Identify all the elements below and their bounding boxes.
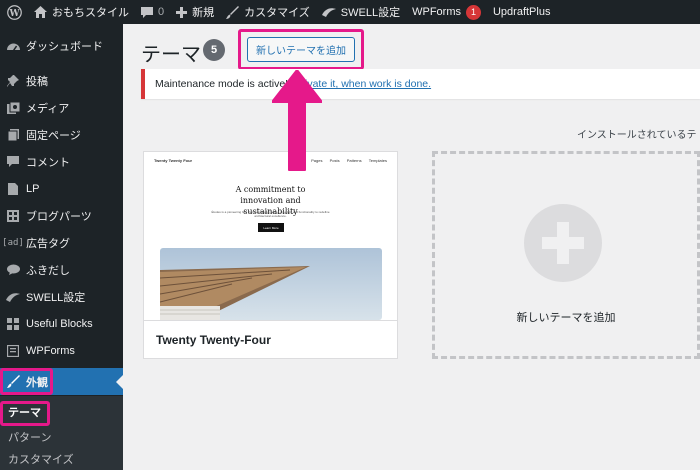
highlight-themes (0, 401, 50, 426)
swell-settings-item[interactable]: SWELL設定 (316, 0, 406, 24)
page-icon (0, 128, 26, 141)
sidebar-item-ad-tags[interactable]: [ad] 広告タグ (0, 229, 123, 256)
screenshot-nav-link: Posts (329, 158, 340, 163)
admin-bar: W おもちスタイル 0 新規 カスタマイズ SWELL設定 WPForms 1 (0, 0, 700, 24)
document-icon (0, 182, 26, 195)
theme-screenshot: Twenty Twenty Four Pages Pages Posts Pat… (144, 152, 397, 320)
sidebar-item-wpforms[interactable]: WPForms (0, 337, 123, 364)
wordpress-icon: W (7, 4, 22, 20)
sidebar-item-label: SWELL設定 (26, 291, 86, 304)
comments-item[interactable]: 0 (135, 0, 170, 24)
new-content-item[interactable]: 新規 (170, 0, 220, 24)
sidebar-item-label: コメント (26, 156, 70, 169)
sidebar-item-label: ダッシュボード (26, 40, 103, 53)
wp-logo-item[interactable]: W (0, 0, 28, 24)
current-menu-arrow (116, 375, 123, 389)
customize-label: カスタマイズ (244, 7, 310, 19)
submenu-item-patterns[interactable]: パターン (8, 429, 51, 445)
screenshot-nav-link: Patterns (346, 158, 362, 163)
sidebar-item-label: WPForms (26, 344, 75, 357)
screenshot-architecture-image (160, 248, 382, 320)
site-name: おもちスタイル (52, 7, 129, 19)
comments-count: 0 (158, 6, 165, 18)
forms-icon (0, 344, 26, 357)
plus-icon (524, 204, 602, 282)
swell-icon (0, 292, 26, 302)
wpforms-label: WPForms (412, 6, 461, 18)
sidebar-item-blog-parts[interactable]: ブログパーツ (0, 202, 123, 229)
submenu-item-customize[interactable]: カスタマイズ (8, 451, 74, 467)
sidebar-item-comments[interactable]: コメント (0, 148, 123, 175)
plus-icon (176, 6, 188, 18)
new-label: 新規 (192, 7, 215, 19)
page-title: テーマ (141, 44, 201, 66)
media-icon (0, 101, 26, 114)
blocks-icon (0, 317, 26, 330)
highlight-appearance (0, 368, 53, 395)
brush-icon (226, 5, 240, 19)
installed-themes-label: インストールされているテ (577, 130, 697, 141)
comment-icon (141, 6, 153, 18)
wpforms-item[interactable]: WPForms 1 (406, 0, 487, 24)
sidebar-item-label: 固定ページ (26, 129, 81, 142)
theme-count-badge: 5 (203, 39, 225, 61)
sidebar-item-label: ふきだし (26, 264, 70, 277)
sidebar-item-pages[interactable]: 固定ページ (0, 121, 123, 148)
sidebar-item-label: メディア (26, 102, 70, 115)
sidebar-item-label: 広告タグ (26, 237, 70, 250)
notice-text: Maintenance mode is active! (155, 78, 289, 90)
pointer-arrow-icon (272, 70, 322, 171)
swell-icon (321, 7, 336, 17)
screenshot-nav: Twenty Twenty Four Pages Pages Posts Pat… (154, 158, 387, 163)
sidebar-item-label: LP (26, 182, 40, 195)
svg-text:W: W (8, 8, 20, 18)
updraftplus-label: UpdraftPlus (492, 6, 551, 18)
sidebar-item-speech-bubbles[interactable]: ふきだし (0, 256, 123, 283)
screenshot-site-title: Twenty Twenty Four (154, 158, 193, 163)
site-name-item[interactable]: おもちスタイル (28, 0, 135, 24)
theme-card[interactable]: Twenty Twenty Four Pages Pages Posts Pat… (143, 151, 398, 359)
sidebar-item-swell-settings[interactable]: SWELL設定 (0, 283, 123, 310)
add-new-theme-button[interactable]: 新しいテーマを追加 (247, 37, 355, 62)
speech-bubble-icon (0, 264, 26, 275)
theme-name: Twenty Twenty-Four (144, 320, 397, 358)
comment-icon (0, 156, 26, 167)
sidebar-item-useful-blocks[interactable]: Useful Blocks (0, 310, 123, 337)
add-new-theme-label: 新しいテーマを追加 (516, 311, 616, 324)
sidebar-item-label: Useful Blocks (26, 317, 93, 330)
sidebar-item-lp[interactable]: LP (0, 175, 123, 202)
home-icon (34, 6, 47, 18)
screenshot-nav-link: Templates (368, 158, 387, 163)
notification-badge: 1 (465, 4, 481, 20)
sidebar-item-media[interactable]: メディア (0, 94, 123, 121)
sidebar-item-label: ブログパーツ (26, 210, 92, 223)
grid-icon (0, 209, 26, 222)
customize-item[interactable]: カスタマイズ (220, 0, 316, 24)
add-new-theme-card[interactable]: 新しいテーマを追加 (432, 151, 700, 359)
updraftplus-item[interactable]: UpdraftPlus (487, 0, 556, 24)
ad-icon: [ad] (2, 237, 24, 248)
screenshot-body-text: Études is a pioneering firm that seamles… (211, 210, 330, 218)
swell-label: SWELL設定 (340, 7, 401, 19)
sidebar-item-label: 投稿 (26, 75, 48, 88)
sidebar-item-posts[interactable]: 投稿 (0, 67, 123, 94)
screenshot-button: Learn More (258, 223, 284, 232)
maintenance-notice: Maintenance mode is active! activate it,… (141, 69, 700, 99)
sidebar-item-dashboard[interactable]: ダッシュボード (0, 32, 123, 59)
dashboard-icon (0, 40, 26, 51)
pin-icon (0, 74, 26, 87)
